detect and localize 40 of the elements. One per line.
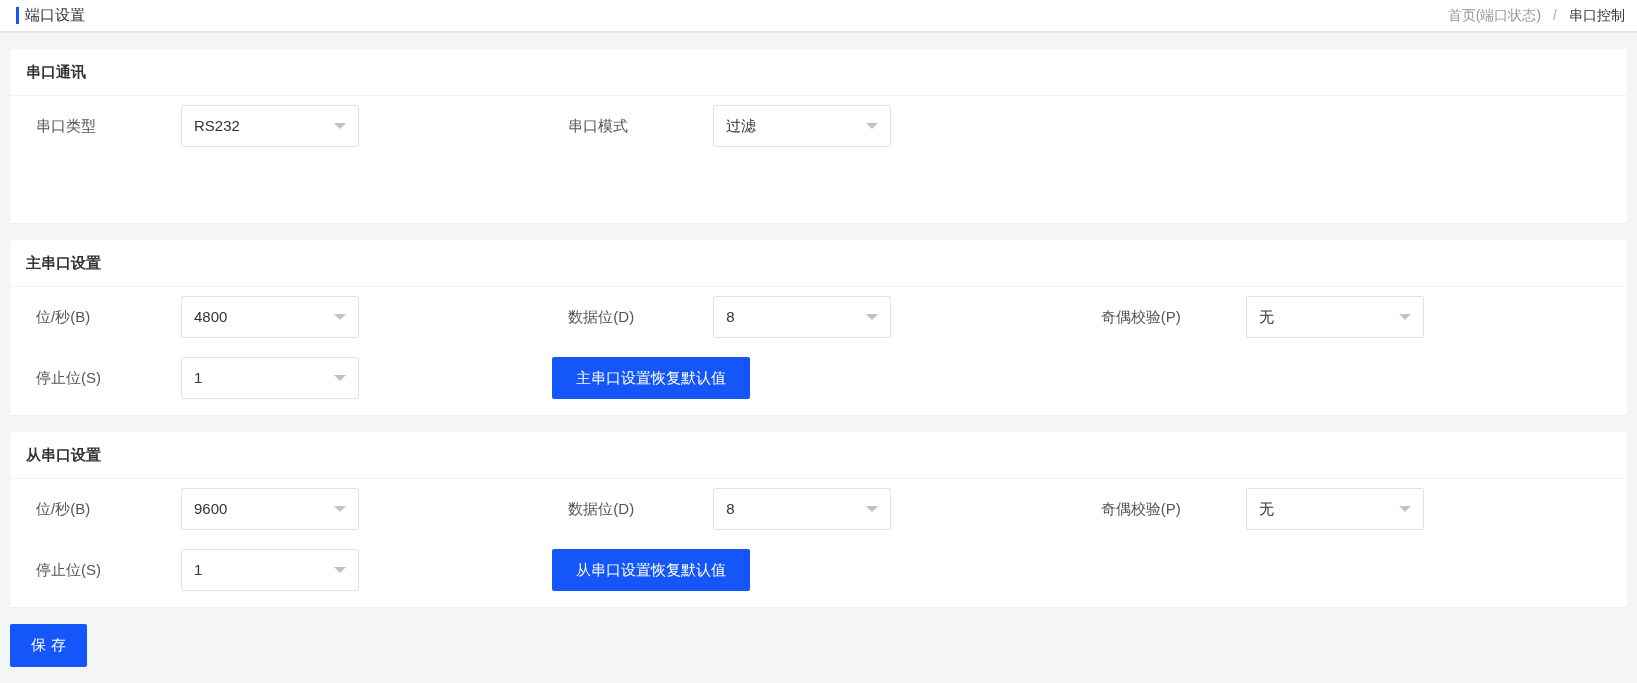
caret-icon <box>1398 314 1411 320</box>
select-field[interactable]: 1 <box>181 357 359 399</box>
caret-icon <box>334 314 346 320</box>
restore-defaults-button[interactable]: 主串口设置恢复默认值 <box>552 357 751 399</box>
field-label: 数据位(D) <box>567 498 636 519</box>
field-label: 串口类型 <box>35 115 97 136</box>
select-field[interactable]: 8 <box>713 296 892 338</box>
field-label: 位/秒(B) <box>35 498 92 519</box>
select-field[interactable]: 无 <box>1245 296 1424 338</box>
select-field[interactable]: 过滤 <box>713 105 892 147</box>
caret-icon <box>334 506 346 512</box>
caret-icon <box>334 123 346 129</box>
breadcrumb-link[interactable]: 串口控制 <box>1569 5 1625 26</box>
field-label: 位/秒(B) <box>35 306 92 327</box>
select-field[interactable]: 1 <box>181 549 359 591</box>
save-button[interactable]: 保 存 <box>10 624 87 667</box>
caret-icon <box>866 123 879 129</box>
field-label: 数据位(D) <box>567 306 636 327</box>
field-label: 停止位(S) <box>35 559 102 580</box>
field-label: 停止位(S) <box>35 367 102 388</box>
page-title: 端口设置 <box>25 5 85 26</box>
select-field[interactable]: RS232 <box>181 105 359 147</box>
card-title: 从串口设置 <box>26 444 101 465</box>
select-field[interactable]: 9600 <box>181 488 359 530</box>
caret-icon <box>1398 506 1411 512</box>
field-label: 奇偶校验(P) <box>1099 306 1182 327</box>
caret-icon <box>866 314 879 320</box>
field-label: 串口模式 <box>567 115 630 136</box>
card-title: 主串口设置 <box>26 252 101 273</box>
caret-icon <box>866 506 879 512</box>
restore-defaults-button[interactable]: 从串口设置恢复默认值 <box>552 549 751 591</box>
select-field[interactable]: 无 <box>1245 488 1424 530</box>
caret-icon <box>334 375 346 381</box>
accent-bar <box>16 7 19 24</box>
breadcrumb-separator: / <box>1553 6 1557 25</box>
select-field[interactable]: 4800 <box>181 296 359 338</box>
card-title: 串口通讯 <box>26 61 86 82</box>
caret-icon <box>334 567 346 573</box>
field-label: 奇偶校验(P) <box>1099 498 1182 519</box>
select-field[interactable]: 8 <box>713 488 892 530</box>
